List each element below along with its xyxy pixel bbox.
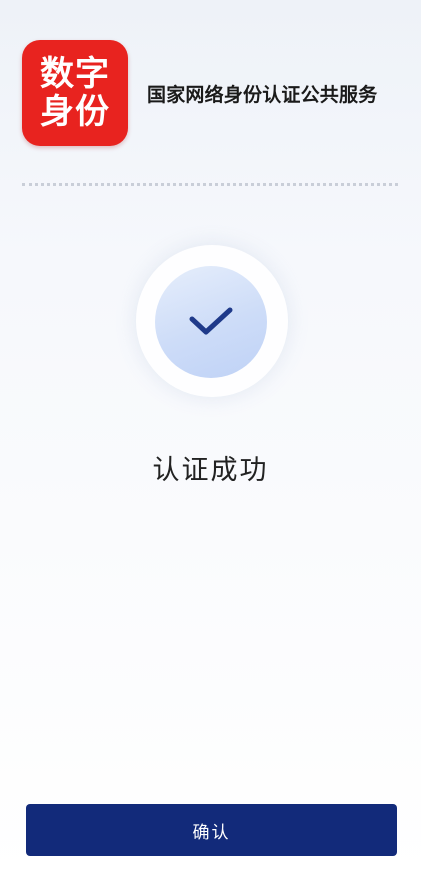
app-header: 数字 身份 国家网络身份认证公共服务 (0, 0, 421, 186)
logo-text-line1: 数字 (40, 54, 110, 94)
checkmark-icon (188, 305, 234, 339)
digital-identity-logo: 数字 身份 (22, 40, 128, 146)
logo-text-line2: 身份 (40, 92, 110, 132)
authentication-success-text: 认证成功 (152, 455, 269, 486)
service-name-title: 国家网络身份认证公共服务 (147, 84, 378, 106)
success-circle (155, 266, 267, 378)
dotted-divider (22, 183, 398, 186)
confirm-button[interactable]: 确认 (26, 804, 397, 856)
